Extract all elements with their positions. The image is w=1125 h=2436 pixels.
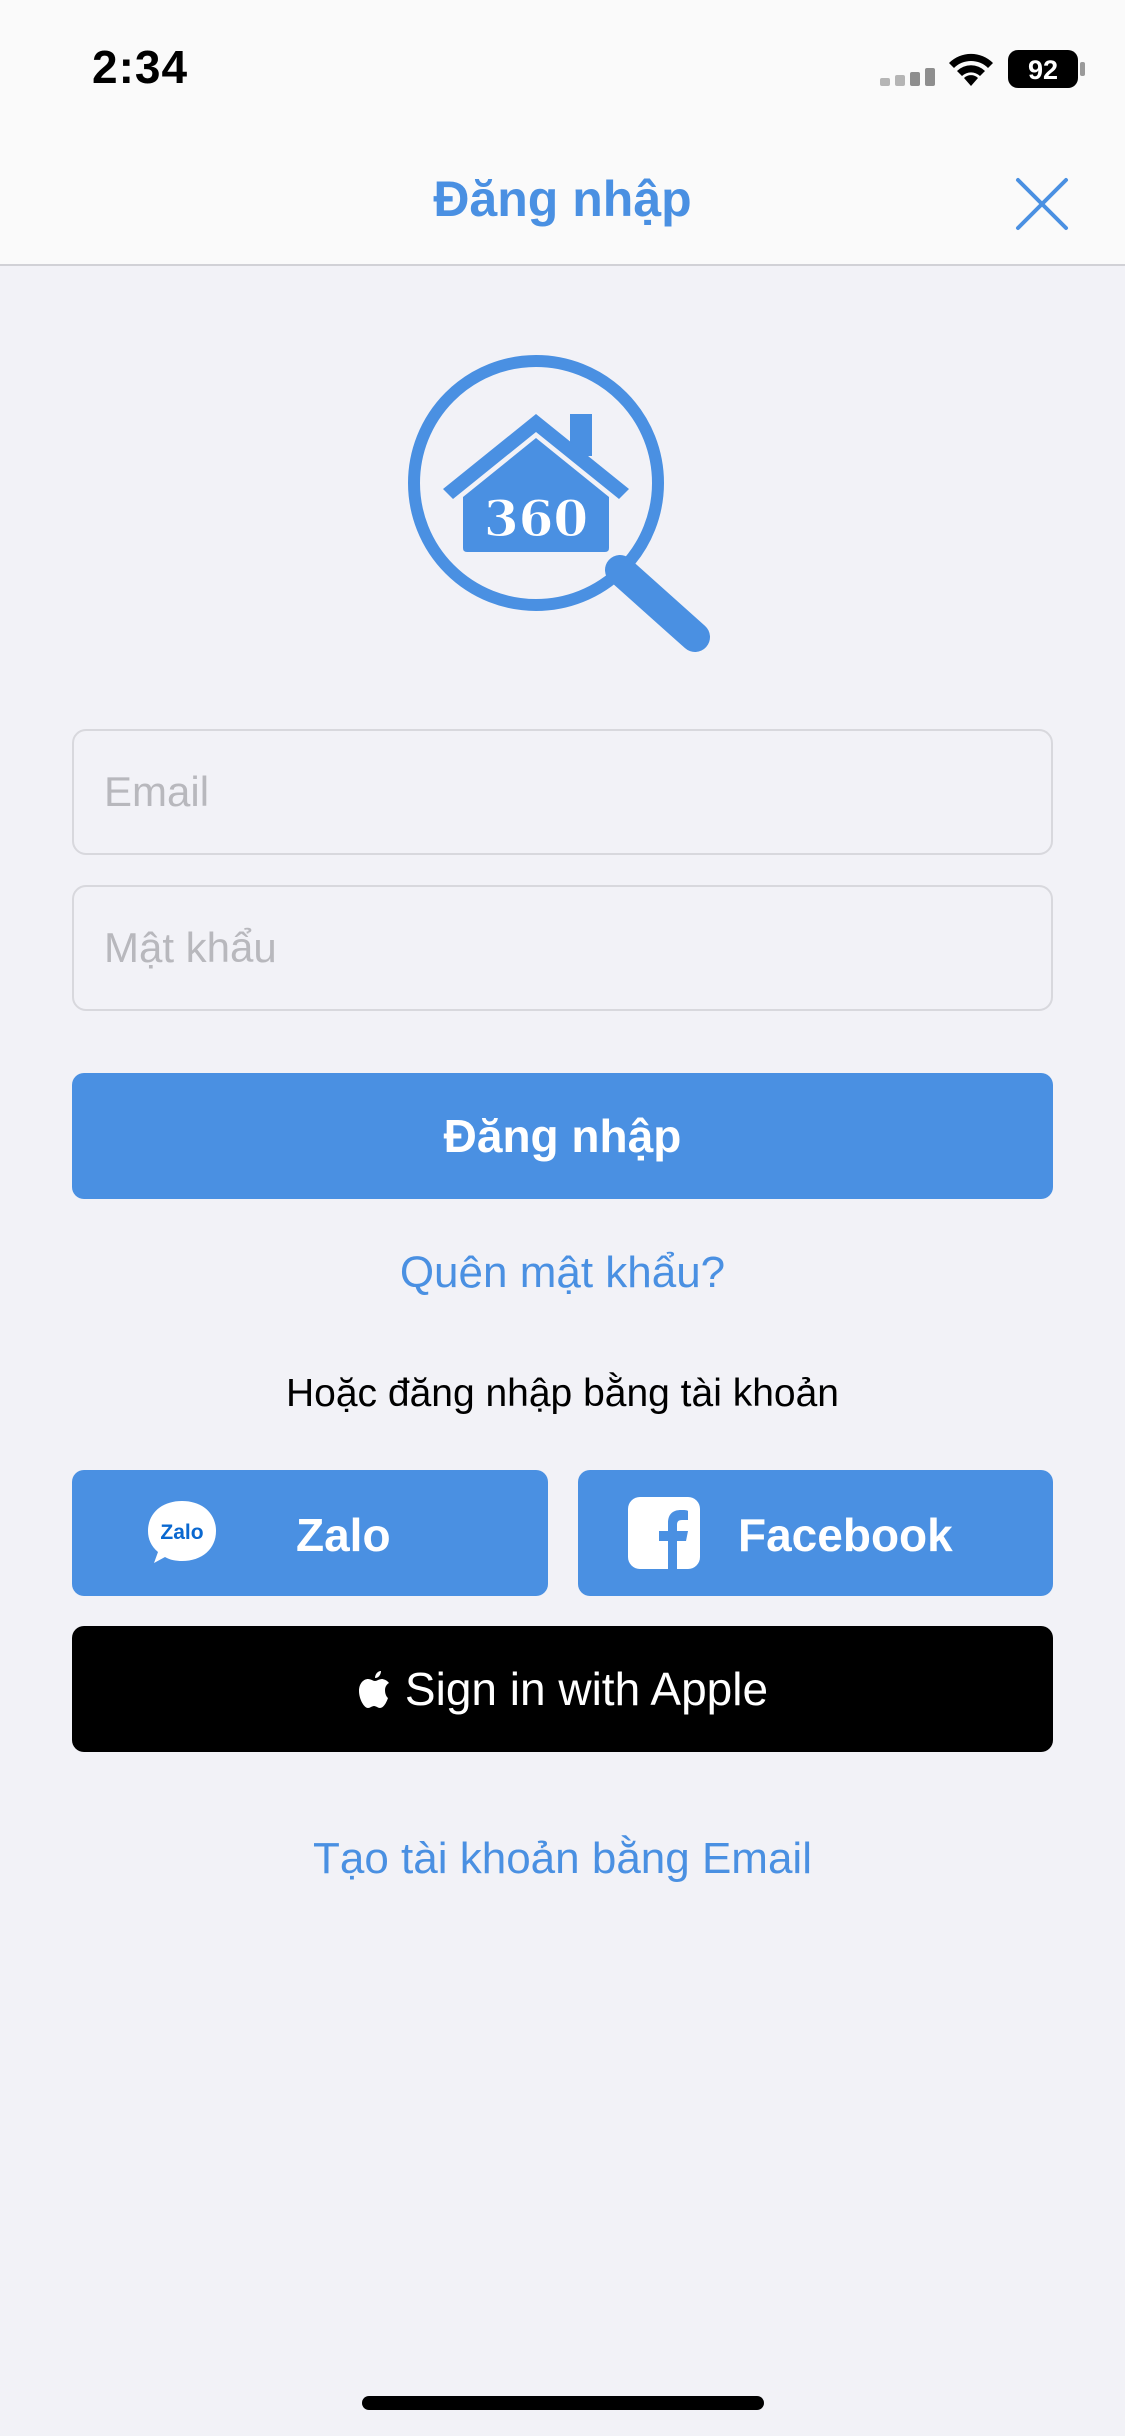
battery-icon: 92 <box>1008 50 1085 88</box>
zalo-button-label: Zalo <box>296 1509 391 1561</box>
zalo-icon: Zalo <box>148 1501 216 1563</box>
apple-icon <box>358 1671 389 1708</box>
logo-text: 360 <box>484 489 588 548</box>
close-icon[interactable] <box>1010 172 1074 236</box>
apple-button-label: Sign in with Apple <box>404 1663 769 1715</box>
password-field[interactable] <box>72 885 1053 1011</box>
wifi-icon <box>949 53 993 86</box>
zalo-icon-text: Zalo <box>160 1521 203 1544</box>
login-button[interactable]: Đăng nhập <box>72 1073 1053 1199</box>
page-title: Đăng nhập <box>433 171 692 227</box>
facebook-icon <box>628 1497 700 1569</box>
social-login-caption: Hoặc đăng nhập bằng tài khoản <box>286 1372 839 1415</box>
facebook-button-label: Facebook <box>738 1509 953 1561</box>
facebook-login-button[interactable]: Facebook <box>578 1470 1053 1596</box>
zalo-login-button[interactable]: Zalo Zalo <box>72 1470 548 1596</box>
home-indicator <box>362 2396 764 2410</box>
nav-bar: Đăng nhập <box>0 140 1125 266</box>
app-logo: 360 <box>408 355 710 652</box>
forgot-password-link[interactable]: Quên mật khẩu? <box>0 1248 1125 1298</box>
apple-signin-button[interactable]: Sign in with Apple <box>72 1626 1053 1752</box>
battery-level: 92 <box>1028 55 1058 85</box>
cellular-signal-icon <box>880 68 935 86</box>
create-account-link[interactable]: Tạo tài khoản bằng Email <box>0 1834 1125 1884</box>
login-button-label: Đăng nhập <box>443 1110 682 1162</box>
status-bar: 2:34 92 <box>0 0 1125 140</box>
status-time: 2:34 <box>92 41 189 93</box>
login-screen: 2:34 92 Đăng nhập 360 Email Đăng nhập Qu… <box>0 0 1125 2436</box>
email-field[interactable] <box>72 729 1053 855</box>
